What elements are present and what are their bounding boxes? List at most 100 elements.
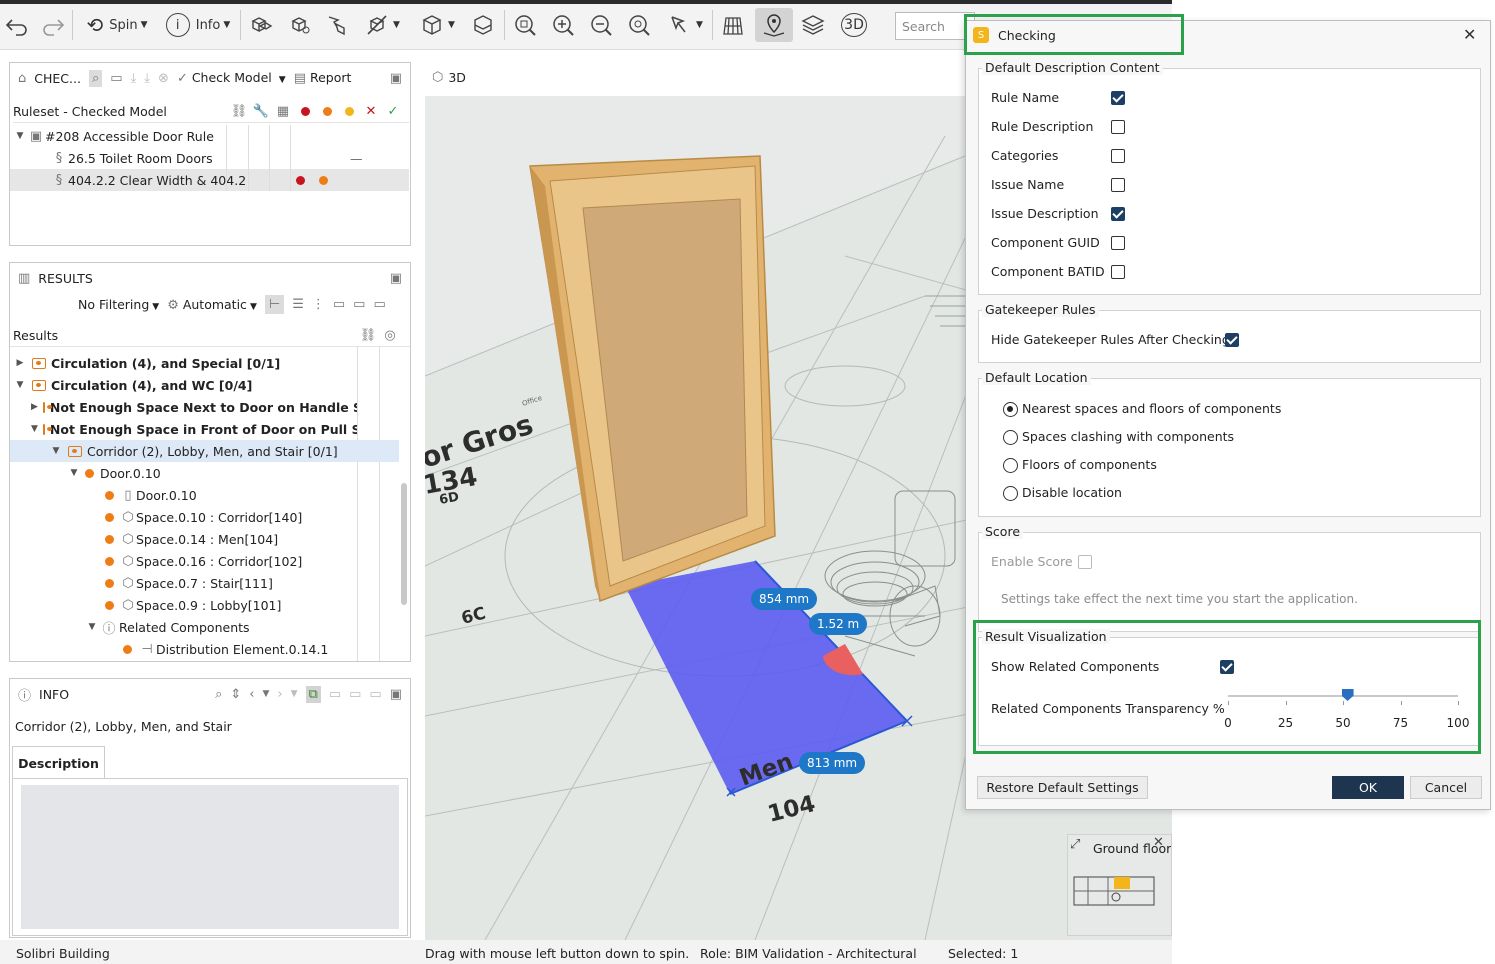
result-component-row[interactable]: ⊣ Distribution Element.0.14.1 — [123, 638, 328, 660]
pointer-icon[interactable]: ▼ — [662, 8, 708, 42]
categories-checkbox[interactable] — [1111, 149, 1125, 163]
slide-add-icon[interactable]: ▭ — [349, 687, 361, 702]
info-button[interactable]: i Info ▼ — [160, 8, 236, 42]
tab-3d[interactable]: ⬡ 3D — [432, 70, 466, 85]
wrench-icon[interactable]: 🔧 — [250, 104, 272, 119]
cancel-button[interactable]: Cancel — [1410, 776, 1482, 799]
select-area-icon[interactable] — [322, 8, 352, 42]
check-model-button[interactable]: ✓ Check Model ▼ — [177, 70, 286, 86]
red-filter-icon[interactable] — [294, 104, 316, 119]
result-category-row[interactable]: ▶ Circulation (4), and Special [0/1] — [13, 352, 281, 374]
result-component-row[interactable]: ▯ Door.0.10 — [105, 484, 197, 506]
link-icon[interactable]: ⛓ — [357, 328, 379, 343]
result-category-row[interactable]: ▼ Circulation (4), and WC [0/4] — [13, 374, 253, 396]
rule-row[interactable]: § 26.5 Toilet Room Doors — — [50, 147, 410, 169]
orange-filter-icon[interactable] — [316, 104, 338, 119]
result-issue-row[interactable]: ▶ Not Enough Space Next to Door on Handle… — [31, 396, 357, 418]
enable-score-checkbox[interactable] — [1078, 555, 1092, 569]
approved-icon[interactable]: ✓ — [382, 104, 404, 119]
result-issue-row[interactable]: ▼ Not Enough Space in Front of Door on Pu… — [31, 418, 357, 440]
close-icon[interactable]: ✕ — [1463, 25, 1476, 44]
history-forward-dropdown-icon[interactable]: ▼ — [291, 689, 298, 699]
result-selected-row[interactable]: ▼ Corridor (2), Lobby, Men, and Stair [0/… — [10, 440, 399, 462]
rule-name-checkbox[interactable] — [1111, 91, 1125, 105]
isolate-icon[interactable] — [284, 8, 314, 42]
zoom-in-icon[interactable] — [548, 8, 578, 42]
download-icon[interactable]: ⤓ — [131, 71, 137, 86]
rule-row-selected[interactable]: § 404.2.2 Clear Width & 404.2 — [10, 169, 409, 191]
floors-radio[interactable] — [1003, 458, 1018, 473]
result-component-row[interactable]: ⬡ Space.0.10 : Corridor[140] — [105, 506, 302, 528]
issue-description-checkbox[interactable] — [1111, 207, 1125, 221]
zoom-selected-icon[interactable] — [624, 8, 654, 42]
sort-icon[interactable]: ⇕ — [230, 687, 241, 702]
results-scrollbar[interactable] — [401, 483, 407, 605]
result-component-row[interactable]: ▼ Door.0.10 — [67, 462, 161, 484]
component-batid-checkbox[interactable] — [1111, 265, 1125, 279]
components-icon[interactable] — [246, 8, 276, 42]
expand-icon[interactable]: ⤢ — [1070, 837, 1080, 852]
search-input[interactable]: Search — [895, 12, 975, 40]
search-icon[interactable]: ⌕ — [215, 687, 222, 702]
result-component-row[interactable]: ⬡ Space.0.16 : Corridor[102] — [105, 550, 302, 572]
panel-layout-icon[interactable]: ▣ — [390, 687, 402, 702]
panel-layout-icon[interactable]: ▣ — [390, 71, 402, 86]
slide-remove-icon[interactable]: ▭ — [369, 687, 381, 702]
yellow-filter-icon[interactable] — [338, 104, 360, 119]
rejected-icon[interactable]: ✕ — [360, 104, 382, 119]
issue-name-checkbox[interactable] — [1111, 178, 1125, 192]
spaces-clashing-radio[interactable] — [1003, 430, 1018, 445]
section-icon[interactable] — [468, 8, 498, 42]
expand-icon[interactable]: ▼ — [13, 131, 27, 141]
slide-remove-icon[interactable]: ▭ — [373, 297, 385, 312]
automatic-dropdown[interactable]: ⚙ Automatic ▼ — [167, 297, 257, 313]
spin-button[interactable]: ⟲ Spin ▼ — [78, 8, 156, 42]
grouped-view-icon[interactable]: ⋮ — [312, 297, 325, 312]
layers-icon[interactable] — [798, 8, 828, 42]
folder-icon[interactable]: ▭ — [110, 71, 122, 86]
hide-gatekeeper-checkbox[interactable] — [1225, 333, 1239, 347]
components-filter-icon[interactable]: ⧉ — [305, 685, 321, 703]
zoom-fit-icon[interactable] — [510, 8, 540, 42]
ok-button[interactable]: OK — [1332, 776, 1404, 799]
report-button[interactable]: ▤ Report — [294, 70, 352, 86]
table-icon[interactable]: ▦ — [272, 104, 294, 119]
floor-icon[interactable] — [718, 8, 748, 42]
result-component-row[interactable]: ⬡ Space.0.7 : Stair[111] — [105, 572, 273, 594]
rule-description-checkbox[interactable] — [1111, 120, 1125, 134]
result-component-row[interactable]: ⬡ Space.0.14 : Men[104] — [105, 528, 278, 550]
result-component-row[interactable]: ⬡ Space.0.9 : Lobby[101] — [105, 594, 281, 616]
minimap[interactable]: ⤢ ✕ Ground floor — [1067, 834, 1172, 936]
back-icon[interactable]: ‹ — [249, 687, 254, 702]
measurement-badge: 813 mm — [799, 752, 866, 774]
disable-location-radio[interactable] — [1003, 486, 1018, 501]
search-icon[interactable]: ⌕ — [88, 69, 103, 87]
description-group-title: Default Description Content — [982, 60, 1163, 75]
save-icon[interactable]: ⤓ — [144, 71, 150, 86]
filter-dropdown[interactable]: No Filtering ▼ — [78, 297, 159, 312]
slide-icon[interactable]: ▭ — [329, 687, 341, 702]
panel-layout-icon[interactable]: ▣ — [390, 271, 402, 286]
nearest-spaces-radio[interactable] — [1003, 402, 1018, 417]
tree-view-icon[interactable]: ⊢ — [264, 295, 285, 314]
history-dropdown-icon[interactable]: ▼ — [262, 689, 269, 699]
related-components-row[interactable]: ▼ ⓘ Related Components — [85, 616, 250, 638]
forward-icon[interactable]: › — [277, 687, 282, 702]
undo-icon[interactable] — [2, 8, 32, 42]
hide-icon[interactable]: ▼ — [360, 8, 404, 42]
clear-icon[interactable]: ⊗ — [158, 71, 169, 86]
locate-icon[interactable]: ◎ — [379, 328, 401, 343]
location-icon[interactable] — [755, 8, 793, 42]
tab-description[interactable]: Description — [12, 746, 105, 779]
slide-add-icon[interactable]: ▭ — [353, 297, 365, 312]
list-view-icon[interactable]: ☰ — [292, 297, 304, 312]
box-icon[interactable]: ▼ — [414, 8, 460, 42]
restore-defaults-button[interactable]: Restore Default Settings — [977, 776, 1148, 799]
slide-icon[interactable]: ▭ — [333, 297, 345, 312]
link-icon[interactable]: ⛓ — [228, 104, 250, 119]
3d-icon[interactable]: 3D — [838, 8, 870, 42]
redo-icon[interactable] — [38, 8, 68, 42]
component-guid-checkbox[interactable] — [1111, 236, 1125, 250]
rule-row[interactable]: ▼ ▣ #208 Accessible Door Rule — [13, 125, 214, 147]
zoom-out-icon[interactable] — [586, 8, 616, 42]
